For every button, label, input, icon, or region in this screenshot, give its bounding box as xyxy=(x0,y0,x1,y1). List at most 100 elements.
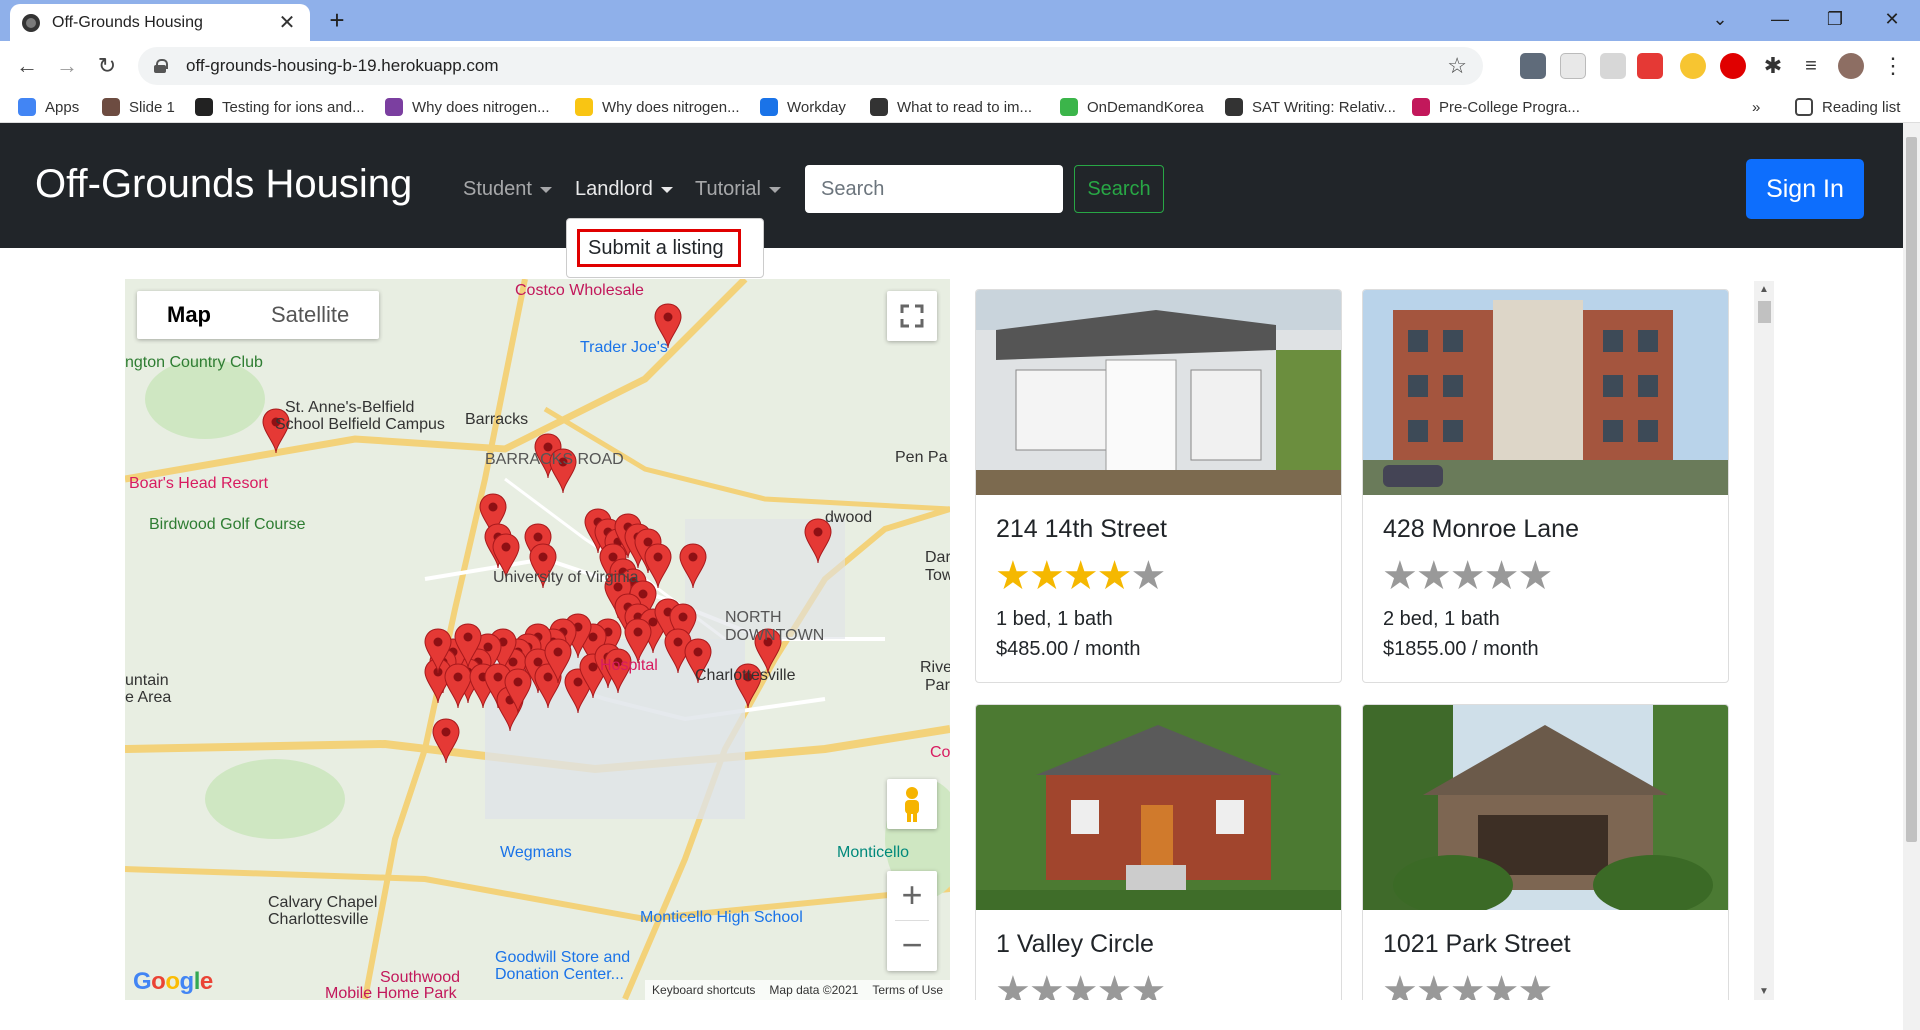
tab-title: Off-Grounds Housing xyxy=(52,13,203,31)
terms-of-use-link[interactable]: Terms of Use xyxy=(865,983,950,997)
submit-listing-item[interactable]: Submit a listing xyxy=(577,229,741,267)
map-place-label: Boar's Head Resort xyxy=(129,475,269,492)
site-navbar: Off-Grounds Housing Student Landlord Tut… xyxy=(0,123,1903,248)
bookmark-item[interactable]: SAT Writing: Relativ... xyxy=(1225,91,1396,123)
scroll-down-icon[interactable]: ▼ xyxy=(1759,986,1769,997)
page-scrollbar-thumb[interactable] xyxy=(1906,137,1917,842)
search-button[interactable]: Search xyxy=(1074,165,1164,213)
new-tab-button[interactable]: + xyxy=(322,6,352,36)
extension-icon-1[interactable] xyxy=(1520,53,1546,79)
sign-in-button[interactable]: Sign In xyxy=(1746,159,1864,219)
map-place-label: Mobile Home Park xyxy=(325,985,457,1000)
map-type-map-button[interactable]: Map xyxy=(137,291,241,339)
nav-tutorial[interactable]: Tutorial xyxy=(695,178,781,201)
minimize-button[interactable]: — xyxy=(1750,0,1810,41)
bookmark-item[interactable]: Workday xyxy=(760,91,846,123)
map-marker-icon[interactable] xyxy=(432,718,460,764)
bookmarks-overflow-button[interactable]: » xyxy=(1752,91,1760,123)
bookmark-item[interactable]: What to read to im... xyxy=(870,91,1032,123)
pegman-icon xyxy=(905,787,919,822)
menu-kebab-icon[interactable]: ⋮ xyxy=(1880,53,1906,79)
listing-title[interactable]: 428 Monroe Lane xyxy=(1383,515,1728,544)
close-tab-icon[interactable]: ✕ xyxy=(276,10,298,35)
map-place-label: BARRACKS ROAD xyxy=(485,451,624,468)
nav-landlord[interactable]: Landlord xyxy=(575,178,673,201)
map-place-label: Riverview xyxy=(920,659,950,676)
map-place-label: dwood xyxy=(825,509,873,526)
zoom-out-button[interactable]: − xyxy=(887,921,937,971)
tab-search-icon[interactable]: ⌄ xyxy=(1690,0,1750,41)
keyboard-shortcuts-link[interactable]: Keyboard shortcuts xyxy=(645,983,762,997)
map-type-satellite-button[interactable]: Satellite xyxy=(241,291,379,339)
fullscreen-button[interactable] xyxy=(887,291,937,341)
scrollbar-thumb[interactable] xyxy=(1758,301,1771,323)
reading-list-button[interactable]: Reading list xyxy=(1795,91,1900,123)
bookmark-item[interactable]: Slide 1 xyxy=(102,91,175,123)
map-marker-icon[interactable] xyxy=(444,663,472,709)
map-marker-icon[interactable] xyxy=(679,543,707,589)
listing-title[interactable]: 1 Valley Circle xyxy=(996,930,1341,959)
reload-icon[interactable]: ↻ xyxy=(90,49,124,83)
nav-tutorial-label: Tutorial xyxy=(695,178,761,200)
site-brand[interactable]: Off-Grounds Housing xyxy=(35,162,412,207)
back-icon[interactable]: ← xyxy=(10,49,44,83)
google-logo: Google xyxy=(133,968,213,995)
url-field[interactable]: off-grounds-housing-b-19.herokuapp.com ☆ xyxy=(138,47,1483,85)
search-input[interactable] xyxy=(805,165,1063,213)
house-photo-3 xyxy=(976,705,1341,910)
map-place-label: Goodwill Store and xyxy=(495,949,631,966)
rating-stars: ★★★★★ xyxy=(1382,969,1728,1000)
extension-icon-2[interactable] xyxy=(1560,53,1586,79)
browser-tab[interactable]: Off-Grounds Housing ✕ xyxy=(10,4,310,41)
map-place-label: Co xyxy=(930,744,950,761)
star-icon: ★ xyxy=(1415,969,1452,1000)
bookmark-favicon-icon xyxy=(18,98,36,116)
listing-card[interactable]: 1021 Park Street ★★★★★ xyxy=(1362,704,1729,1000)
close-window-button[interactable]: ✕ xyxy=(1862,0,1920,41)
listing-card[interactable]: 428 Monroe Lane ★★★★★ 2 bed, 1 bath $185… xyxy=(1362,289,1729,683)
url-text: off-grounds-housing-b-19.herokuapp.com xyxy=(186,56,499,75)
listing-title[interactable]: 214 14th Street xyxy=(996,515,1341,544)
forward-icon[interactable]: → xyxy=(50,49,84,83)
house-photo-1 xyxy=(976,290,1341,495)
page-scrollbar[interactable] xyxy=(1903,123,1920,1030)
zoom-in-button[interactable]: + xyxy=(887,871,937,921)
listing-title[interactable]: 1021 Park Street xyxy=(1383,930,1728,959)
bookmark-label: Pre-College Progra... xyxy=(1439,98,1580,116)
listing-price: $1855.00 / month xyxy=(1383,638,1539,660)
bookmark-item[interactable]: Apps xyxy=(18,91,79,123)
profile-avatar[interactable] xyxy=(1838,53,1864,79)
extension-icon-5[interactable] xyxy=(1680,53,1706,79)
listing-beds: 2 bed, 1 bath xyxy=(1383,608,1500,630)
listings-scrollbar[interactable]: ▲ ▼ xyxy=(1754,281,1774,1000)
listing-card[interactable]: 214 14th Street ★★★★★ 1 bed, 1 bath $485… xyxy=(975,289,1342,683)
house-photo-4 xyxy=(1363,705,1728,910)
bookmark-label: Why does nitrogen... xyxy=(602,98,740,116)
lock-icon[interactable] xyxy=(154,59,168,73)
bookmark-favicon-icon xyxy=(1060,98,1078,116)
restore-button[interactable]: ❐ xyxy=(1805,0,1865,41)
nav-student[interactable]: Student xyxy=(463,178,552,201)
bookmark-label: Workday xyxy=(787,98,846,116)
map-place-label: NORTH xyxy=(725,609,782,626)
street-view-pegman[interactable] xyxy=(887,779,937,829)
bookmark-item[interactable]: Testing for ions and... xyxy=(195,91,365,123)
listing-card[interactable]: 1 Valley Circle ★★★★★ xyxy=(975,704,1342,1000)
map-view[interactable]: Map Satellite + − Costco Wholesale Trader… xyxy=(125,279,950,1000)
map-marker-icon[interactable] xyxy=(644,543,672,589)
extensions-puzzle-icon[interactable]: ✱ xyxy=(1760,53,1786,79)
scroll-up-icon[interactable]: ▲ xyxy=(1759,284,1769,295)
bookmark-item[interactable]: Why does nitrogen... xyxy=(385,91,550,123)
bookmark-item[interactable]: OnDemandKorea xyxy=(1060,91,1204,123)
bookmark-star-icon[interactable]: ☆ xyxy=(1447,53,1467,79)
opera-extension-icon[interactable] xyxy=(1720,53,1746,79)
map-place-label: Monticello High School xyxy=(640,909,803,926)
new-badge-extension-icon[interactable] xyxy=(1637,53,1663,79)
bookmark-favicon-icon xyxy=(195,98,213,116)
bookmark-item[interactable]: Why does nitrogen... xyxy=(575,91,740,123)
extension-icon-3[interactable] xyxy=(1600,53,1626,79)
media-control-icon[interactable]: ≡ xyxy=(1798,53,1824,79)
map-place-label: School Belfield Campus xyxy=(275,416,445,433)
bookmark-item[interactable]: Pre-College Progra... xyxy=(1412,91,1580,123)
listing-photo xyxy=(1363,290,1728,495)
